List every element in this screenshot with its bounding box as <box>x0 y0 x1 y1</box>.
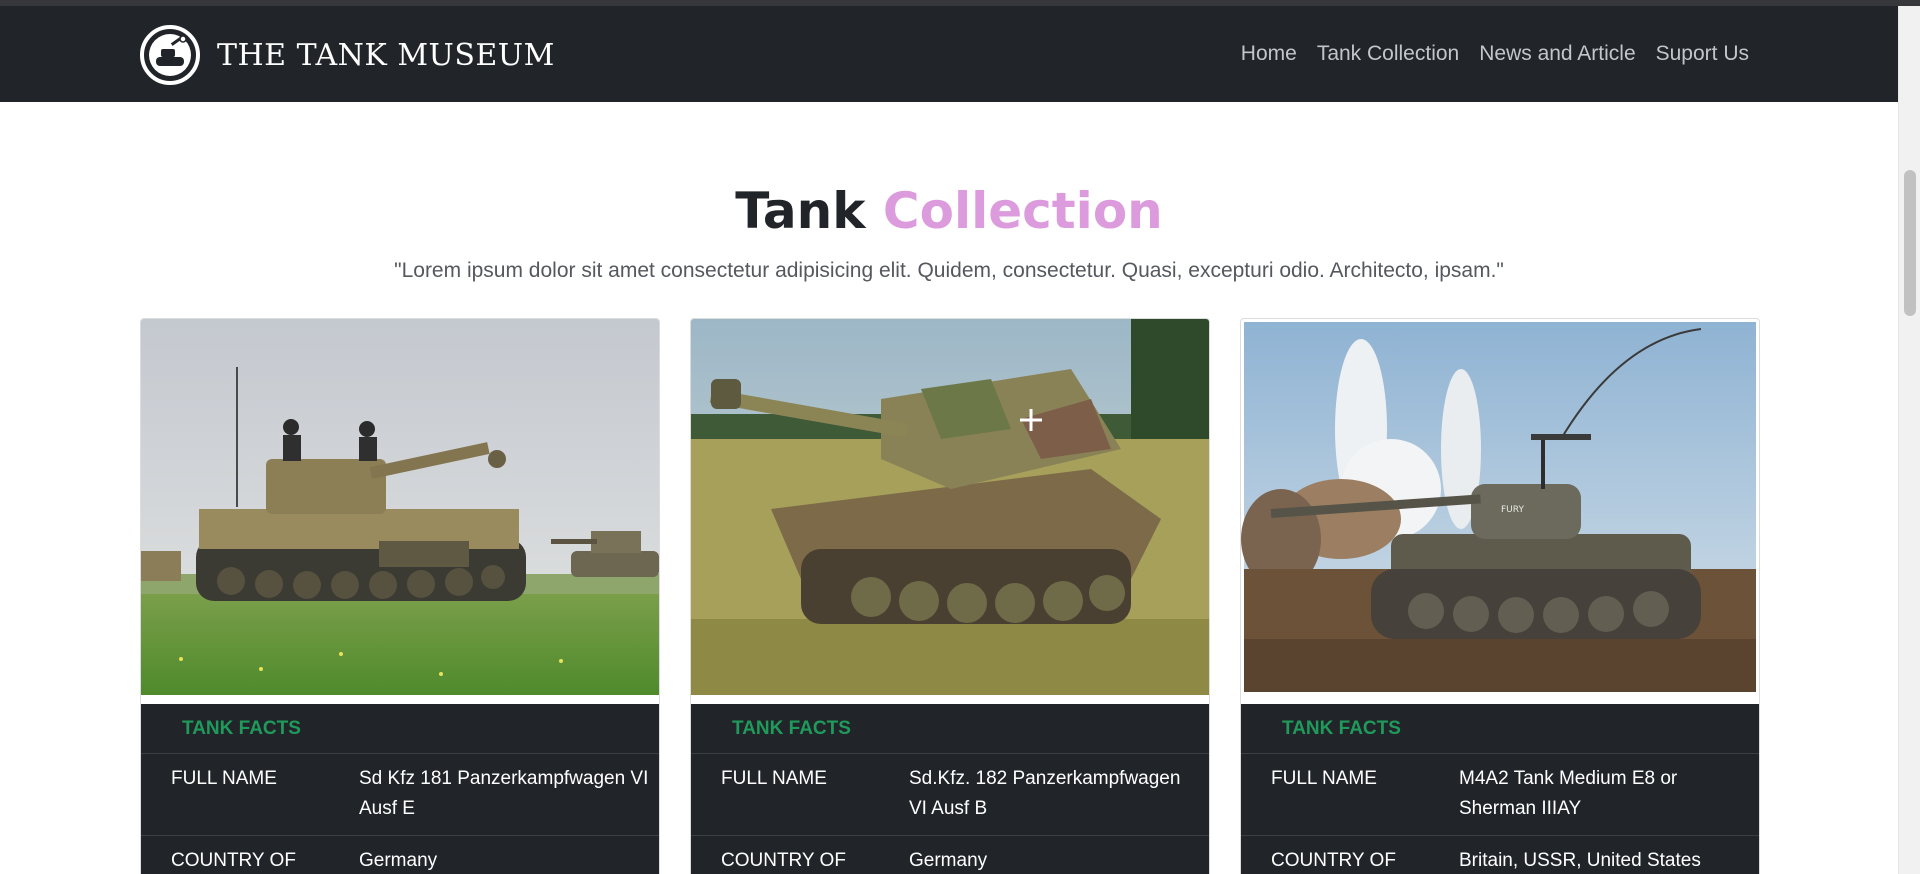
fact-value-country: Germany <box>909 850 988 871</box>
section-title-accent: Collection <box>882 182 1163 240</box>
fact-row-country: COUNTRY OF Britain, USSR, United States <box>1241 836 1759 874</box>
nav-link-home[interactable]: Home <box>1241 42 1297 66</box>
tank-facts-table-1: TANK FACTS FULL NAME Sd Kfz 181 Panzerka… <box>141 704 659 874</box>
tank-card-1: TANK FACTS FULL NAME Sd Kfz 181 Panzerka… <box>140 318 660 874</box>
svg-text:FURY: FURY <box>1501 505 1524 515</box>
tank-facts-heading: TANK FACTS <box>141 704 659 754</box>
tank-card-3: FURY TANK FACTS FULL NAME M4A2 Tank Medi… <box>1240 318 1760 874</box>
fact-value-full-name: Sd Kfz 181 Panzerkampfwagen VI Ausf E <box>359 768 649 819</box>
fact-value-country: Germany <box>359 850 438 871</box>
fact-label-country: COUNTRY OF <box>1271 850 1396 871</box>
nav-link-tank-collection[interactable]: Tank Collection <box>1317 42 1459 66</box>
fact-row-country: COUNTRY OF Germany <box>691 836 1209 874</box>
nav-link-support-us[interactable]: Suport Us <box>1656 42 1749 66</box>
fact-value-country: Britain, USSR, United States <box>1459 850 1701 871</box>
nav-link-news-and-article[interactable]: News and Article <box>1479 42 1635 66</box>
brand-name: THE TANK MUSEUM <box>217 37 555 73</box>
scrollbar-thumb[interactable] <box>1904 170 1916 316</box>
tank-facts-table-2: TANK FACTS FULL NAME Sd.Kfz. 182 Panzerk… <box>691 704 1209 874</box>
fact-row-full-name: FULL NAME Sd.Kfz. 182 Panzerkampfwagen V… <box>691 754 1209 836</box>
tank-image-tiger <box>141 319 659 695</box>
tank-facts-table-3: TANK FACTS FULL NAME M4A2 Tank Medium E8… <box>1241 704 1759 874</box>
brand-link[interactable]: THE TANK MUSEUM <box>139 24 555 86</box>
fact-row-country: COUNTRY OF Germany <box>141 836 659 874</box>
fact-value-full-name: Sd.Kfz. 182 Panzerkampfwagen VI Ausf B <box>909 768 1181 819</box>
fact-row-full-name: FULL NAME M4A2 Tank Medium E8 or Sherman… <box>1241 754 1759 836</box>
page-scrollbar[interactable] <box>1898 6 1920 874</box>
section-subtitle: "Lorem ipsum dolor sit amet consectetur … <box>394 259 1504 282</box>
fact-label-full-name: FULL NAME <box>171 768 277 789</box>
nav-links: Home Tank Collection News and Article Su… <box>1241 42 1749 66</box>
fact-label-country: COUNTRY OF <box>171 850 296 871</box>
tank-facts-heading: TANK FACTS <box>691 704 1209 754</box>
tank-facts-heading: TANK FACTS <box>1241 704 1759 754</box>
fact-label-full-name: FULL NAME <box>1271 768 1377 789</box>
navbar: THE TANK MUSEUM Home Tank Collection New… <box>0 6 1898 102</box>
section-title: Tank Collection <box>0 182 1898 240</box>
tank-image-sherman: FURY <box>1241 319 1759 695</box>
fact-label-country: COUNTRY OF <box>721 850 846 871</box>
tank-emblem-icon <box>140 25 200 85</box>
fact-label-full-name: FULL NAME <box>721 768 827 789</box>
fact-value-full-name: M4A2 Tank Medium E8 or Sherman IIIAY <box>1459 768 1678 819</box>
section-title-main: Tank <box>735 182 866 240</box>
fact-row-full-name: FULL NAME Sd Kfz 181 Panzerkampfwagen VI… <box>141 754 659 836</box>
tank-image-king-tiger <box>691 319 1209 695</box>
page: THE TANK MUSEUM Home Tank Collection New… <box>0 0 1920 874</box>
tank-card-2: TANK FACTS FULL NAME Sd.Kfz. 182 Panzerk… <box>690 318 1210 874</box>
